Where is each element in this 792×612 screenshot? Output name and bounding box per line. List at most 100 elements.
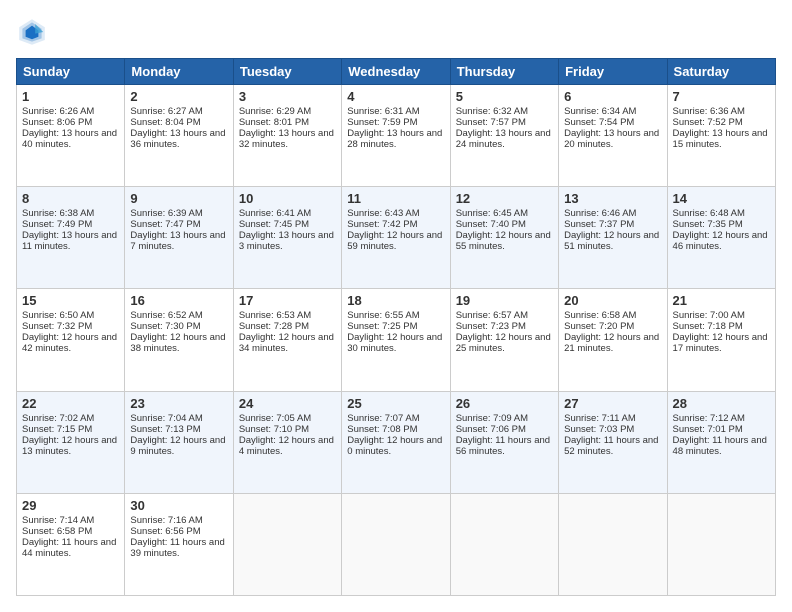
col-sunday: Sunday	[17, 59, 125, 85]
daylight-label: Daylight: 13 hours and 40 minutes.	[22, 128, 117, 150]
day-number: 27	[564, 396, 661, 411]
sunset: Sunset: 8:04 PM	[130, 117, 200, 128]
calendar-cell: 29Sunrise: 7:14 AMSunset: 6:58 PMDayligh…	[17, 493, 125, 595]
sunset: Sunset: 8:01 PM	[239, 117, 309, 128]
sunrise: Sunrise: 7:04 AM	[130, 413, 202, 424]
calendar-week-1: 1Sunrise: 6:26 AMSunset: 8:06 PMDaylight…	[17, 85, 776, 187]
sunrise: Sunrise: 6:38 AM	[22, 208, 94, 219]
calendar-cell: 11 Sunrise: 6:43 AMSunset: 7:42 PMDayligh…	[342, 187, 450, 289]
sunset: Sunset: 7:10 PM	[239, 424, 309, 435]
sunrise: Sunrise: 6:41 AM	[239, 208, 311, 219]
day-number: 25	[347, 396, 444, 411]
calendar-cell: 14Sunrise: 6:48 AMSunset: 7:35 PMDayligh…	[667, 187, 775, 289]
sunrise: Sunrise: 6:27 AM	[130, 106, 202, 117]
daylight-label: Daylight: 12 hours and 21 minutes.	[564, 332, 659, 354]
sunrise: Sunrise: 7:16 AM	[130, 515, 202, 526]
header	[16, 16, 776, 48]
day-number: 10	[239, 191, 336, 206]
daylight-label: Daylight: 12 hours and 55 minutes.	[456, 230, 551, 252]
calendar-cell: 13Sunrise: 6:46 AMSunset: 7:37 PMDayligh…	[559, 187, 667, 289]
sunrise: Sunrise: 6:43 AM	[347, 208, 419, 219]
sunrise: Sunrise: 6:58 AM	[564, 310, 636, 321]
sunset: Sunset: 7:28 PM	[239, 321, 309, 332]
sunrise: Sunrise: 6:48 AM	[673, 208, 745, 219]
daylight-label: Daylight: 13 hours and 28 minutes.	[347, 128, 442, 150]
day-number: 11	[347, 191, 444, 206]
day-number: 21	[673, 293, 770, 308]
sunrise: Sunrise: 6:57 AM	[456, 310, 528, 321]
day-number: 19	[456, 293, 553, 308]
calendar-cell	[667, 493, 775, 595]
day-number: 7	[673, 89, 770, 104]
daylight-label: Daylight: 13 hours and 15 minutes.	[673, 128, 768, 150]
day-number: 23	[130, 396, 227, 411]
sunrise: Sunrise: 6:52 AM	[130, 310, 202, 321]
daylight-label: Daylight: 12 hours and 42 minutes.	[22, 332, 117, 354]
sunrise: Sunrise: 6:55 AM	[347, 310, 419, 321]
daylight-label: Daylight: 12 hours and 17 minutes.	[673, 332, 768, 354]
daylight-label: Daylight: 12 hours and 46 minutes.	[673, 230, 768, 252]
sunset: Sunset: 7:15 PM	[22, 424, 92, 435]
sunset: Sunset: 7:52 PM	[673, 117, 743, 128]
daylight-label: Daylight: 12 hours and 34 minutes.	[239, 332, 334, 354]
sunrise: Sunrise: 7:14 AM	[22, 515, 94, 526]
calendar: Sunday Monday Tuesday Wednesday Thursday…	[16, 58, 776, 596]
day-number: 16	[130, 293, 227, 308]
calendar-cell: 2Sunrise: 6:27 AMSunset: 8:04 PMDaylight…	[125, 85, 233, 187]
sunset: Sunset: 7:08 PM	[347, 424, 417, 435]
day-number: 12	[456, 191, 553, 206]
sunrise: Sunrise: 6:36 AM	[673, 106, 745, 117]
sunrise: Sunrise: 6:50 AM	[22, 310, 94, 321]
logo	[16, 16, 52, 48]
sunrise: Sunrise: 7:02 AM	[22, 413, 94, 424]
daylight-label: Daylight: 12 hours and 30 minutes.	[347, 332, 442, 354]
calendar-cell: 20Sunrise: 6:58 AMSunset: 7:20 PMDayligh…	[559, 289, 667, 391]
calendar-cell	[233, 493, 341, 595]
daylight-label: Daylight: 12 hours and 38 minutes.	[130, 332, 225, 354]
logo-icon	[16, 16, 48, 48]
calendar-cell: 25Sunrise: 7:07 AMSunset: 7:08 PMDayligh…	[342, 391, 450, 493]
calendar-cell: 3Sunrise: 6:29 AMSunset: 8:01 PMDaylight…	[233, 85, 341, 187]
sunset: Sunset: 7:13 PM	[130, 424, 200, 435]
sunrise: Sunrise: 7:09 AM	[456, 413, 528, 424]
daylight-label: Daylight: 13 hours and 36 minutes.	[130, 128, 225, 150]
calendar-cell: 18Sunrise: 6:55 AMSunset: 7:25 PMDayligh…	[342, 289, 450, 391]
day-number: 13	[564, 191, 661, 206]
calendar-cell: 21Sunrise: 7:00 AMSunset: 7:18 PMDayligh…	[667, 289, 775, 391]
sunset: Sunset: 7:18 PM	[673, 321, 743, 332]
sunrise: Sunrise: 7:07 AM	[347, 413, 419, 424]
day-number: 6	[564, 89, 661, 104]
daylight-label: Daylight: 11 hours and 52 minutes.	[564, 435, 658, 457]
day-number: 18	[347, 293, 444, 308]
sunset: Sunset: 7:42 PM	[347, 219, 417, 230]
calendar-cell: 7 Sunrise: 6:36 AMSunset: 7:52 PMDaylight…	[667, 85, 775, 187]
calendar-cell: 10Sunrise: 6:41 AMSunset: 7:45 PMDayligh…	[233, 187, 341, 289]
day-number: 4	[347, 89, 444, 104]
calendar-week-4: 22Sunrise: 7:02 AMSunset: 7:15 PMDayligh…	[17, 391, 776, 493]
sunset: Sunset: 7:03 PM	[564, 424, 634, 435]
sunset: Sunset: 6:56 PM	[130, 526, 200, 537]
sunset: Sunset: 7:47 PM	[130, 219, 200, 230]
sunrise: Sunrise: 6:29 AM	[239, 106, 311, 117]
sunset: Sunset: 8:06 PM	[22, 117, 92, 128]
day-number: 15	[22, 293, 119, 308]
calendar-cell: 8Sunrise: 6:38 AMSunset: 7:49 PMDaylight…	[17, 187, 125, 289]
calendar-cell: 1Sunrise: 6:26 AMSunset: 8:06 PMDaylight…	[17, 85, 125, 187]
col-friday: Friday	[559, 59, 667, 85]
calendar-cell: 22Sunrise: 7:02 AMSunset: 7:15 PMDayligh…	[17, 391, 125, 493]
sunrise: Sunrise: 7:12 AM	[673, 413, 745, 424]
daylight-label: Daylight: 12 hours and 13 minutes.	[22, 435, 117, 457]
calendar-cell	[450, 493, 558, 595]
sunrise: Sunrise: 6:34 AM	[564, 106, 636, 117]
calendar-cell	[342, 493, 450, 595]
calendar-cell: 24Sunrise: 7:05 AMSunset: 7:10 PMDayligh…	[233, 391, 341, 493]
sunset: Sunset: 7:37 PM	[564, 219, 634, 230]
sunset: Sunset: 7:45 PM	[239, 219, 309, 230]
calendar-header-row: Sunday Monday Tuesday Wednesday Thursday…	[17, 59, 776, 85]
sunrise: Sunrise: 6:31 AM	[347, 106, 419, 117]
daylight-label: Daylight: 12 hours and 59 minutes.	[347, 230, 442, 252]
daylight-label: Daylight: 12 hours and 9 minutes.	[130, 435, 225, 457]
sunrise: Sunrise: 6:39 AM	[130, 208, 202, 219]
day-number: 26	[456, 396, 553, 411]
daylight-label: Daylight: 11 hours and 44 minutes.	[22, 537, 116, 559]
